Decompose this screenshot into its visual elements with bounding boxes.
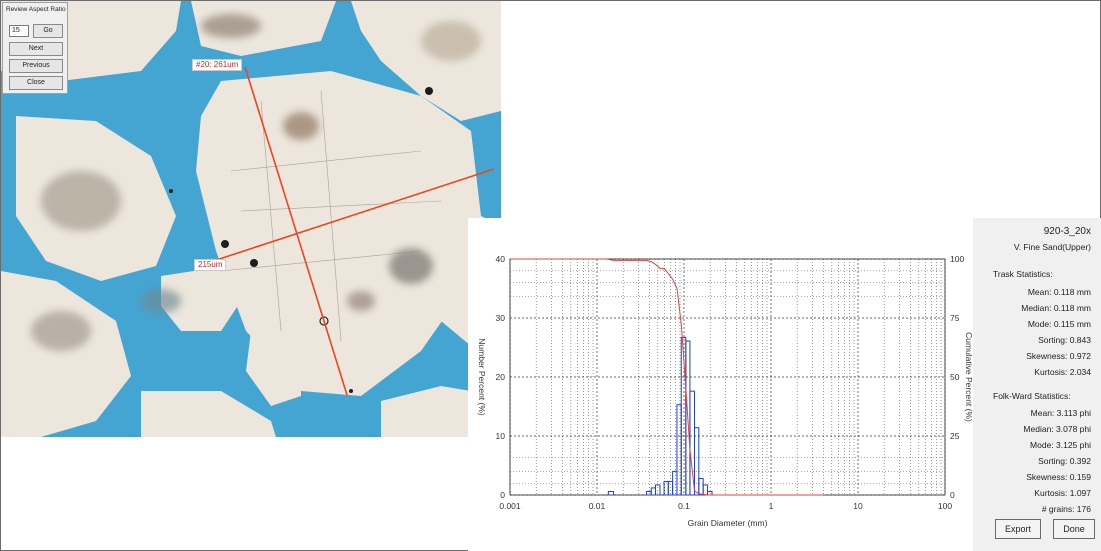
classification: V. Fine Sand(Upper): [1013, 242, 1091, 252]
histogram-bar: [676, 404, 682, 496]
x-tick-label: 100: [938, 501, 952, 511]
histogram-bar: [650, 487, 656, 496]
grain-number-input[interactable]: 15: [9, 25, 29, 37]
folkward-skewness: Skewness: 0.159: [1026, 472, 1091, 482]
histogram-bar: [667, 480, 674, 496]
y-tick-label: 0: [500, 490, 505, 500]
x-tick-label: 1: [769, 501, 774, 511]
export-button[interactable]: Export: [995, 519, 1041, 539]
histogram-bar: [672, 470, 678, 496]
trask-mode: Mode: 0.115 mm: [1027, 319, 1091, 329]
previous-button[interactable]: Previous: [9, 59, 63, 73]
y2-tick-label: 25: [950, 431, 960, 441]
long-axis-measurement-label: #20: 261um: [192, 59, 243, 71]
trask-mean: Mean: 0.118 mm: [1027, 287, 1091, 297]
trask-median: Median: 0.118 mm: [1021, 303, 1091, 313]
y-tick-label: 30: [496, 313, 506, 323]
histogram-bar: [698, 477, 704, 496]
folkward-heading: Folk-Ward Statistics:: [993, 391, 1071, 401]
x-tick-label: 10: [853, 501, 863, 511]
y2-tick-label: 50: [950, 372, 960, 382]
folkward-mean: Mean: 3.113 phi: [1030, 408, 1091, 418]
histogram-bar: [693, 427, 700, 496]
folkward-sorting: Sorting: 0.392: [1038, 456, 1091, 466]
grain-count: # grains: 176: [1041, 504, 1091, 514]
trask-sorting: Sorting: 0.843: [1038, 335, 1091, 345]
go-button[interactable]: Go: [33, 24, 63, 38]
x-tick-label: 0.1: [678, 501, 690, 511]
y2-tick-label: 100: [950, 254, 964, 264]
folkward-mode: Mode: 3.125 phi: [1030, 440, 1091, 450]
folkward-kurtosis: Kurtosis: 1.097: [1034, 488, 1091, 498]
y-axis-label: Number Percent (%): [477, 338, 487, 416]
close-button[interactable]: Close: [9, 76, 63, 90]
x-tick-label: 0.001: [499, 501, 521, 511]
statistics-panel: 920-3_20x V. Fine Sand(Upper) Trask Stat…: [973, 218, 1101, 551]
trask-heading: Trask Statistics:: [993, 269, 1053, 279]
histogram-bar: [663, 480, 669, 496]
review-aspect-ratio-panel: Review Aspect Ratio 15 Go Next Previous …: [2, 2, 68, 94]
x-tick-label: 0.01: [589, 501, 606, 511]
histogram-bar: [706, 490, 713, 496]
histogram-bar: [645, 490, 652, 496]
y-tick-label: 10: [496, 431, 506, 441]
application-window: #20: 261um 215um Review Aspect Ratio 15 …: [0, 0, 1101, 551]
short-axis-measurement-label: 215um: [194, 259, 227, 271]
review-panel-title: Review Aspect Ratio: [6, 6, 66, 13]
y-tick-label: 20: [496, 372, 506, 382]
y-tick-label: 40: [496, 254, 506, 264]
folkward-median: Median: 3.078 phi: [1023, 424, 1091, 434]
trask-kurtosis: Kurtosis: 2.034: [1034, 367, 1091, 377]
y2-axis-label: Cumulative Percent (%): [964, 332, 973, 422]
grain-size-window: 0.001 0.01 0.1 1 10 100 0 10 20 30 40 0 25 50 75 100 Gra…: [468, 218, 1101, 551]
thin-section-image[interactable]: [1, 1, 501, 437]
sample-name: 920-3_20x: [1043, 226, 1091, 237]
histogram-bar: [702, 484, 708, 496]
done-button[interactable]: Done: [1053, 519, 1095, 539]
x-axis-label: Grain Diameter (mm): [688, 518, 768, 528]
y2-tick-label: 0: [950, 490, 955, 500]
histogram-bar: [689, 390, 695, 496]
histogram-bar: [607, 490, 615, 496]
trask-skewness: Skewness: 0.972: [1026, 351, 1091, 361]
y2-tick-label: 75: [950, 313, 960, 323]
next-button[interactable]: Next: [9, 42, 63, 56]
grain-size-chart: 0.001 0.01 0.1 1 10 1000102030400255075100Gra…: [477, 254, 973, 528]
